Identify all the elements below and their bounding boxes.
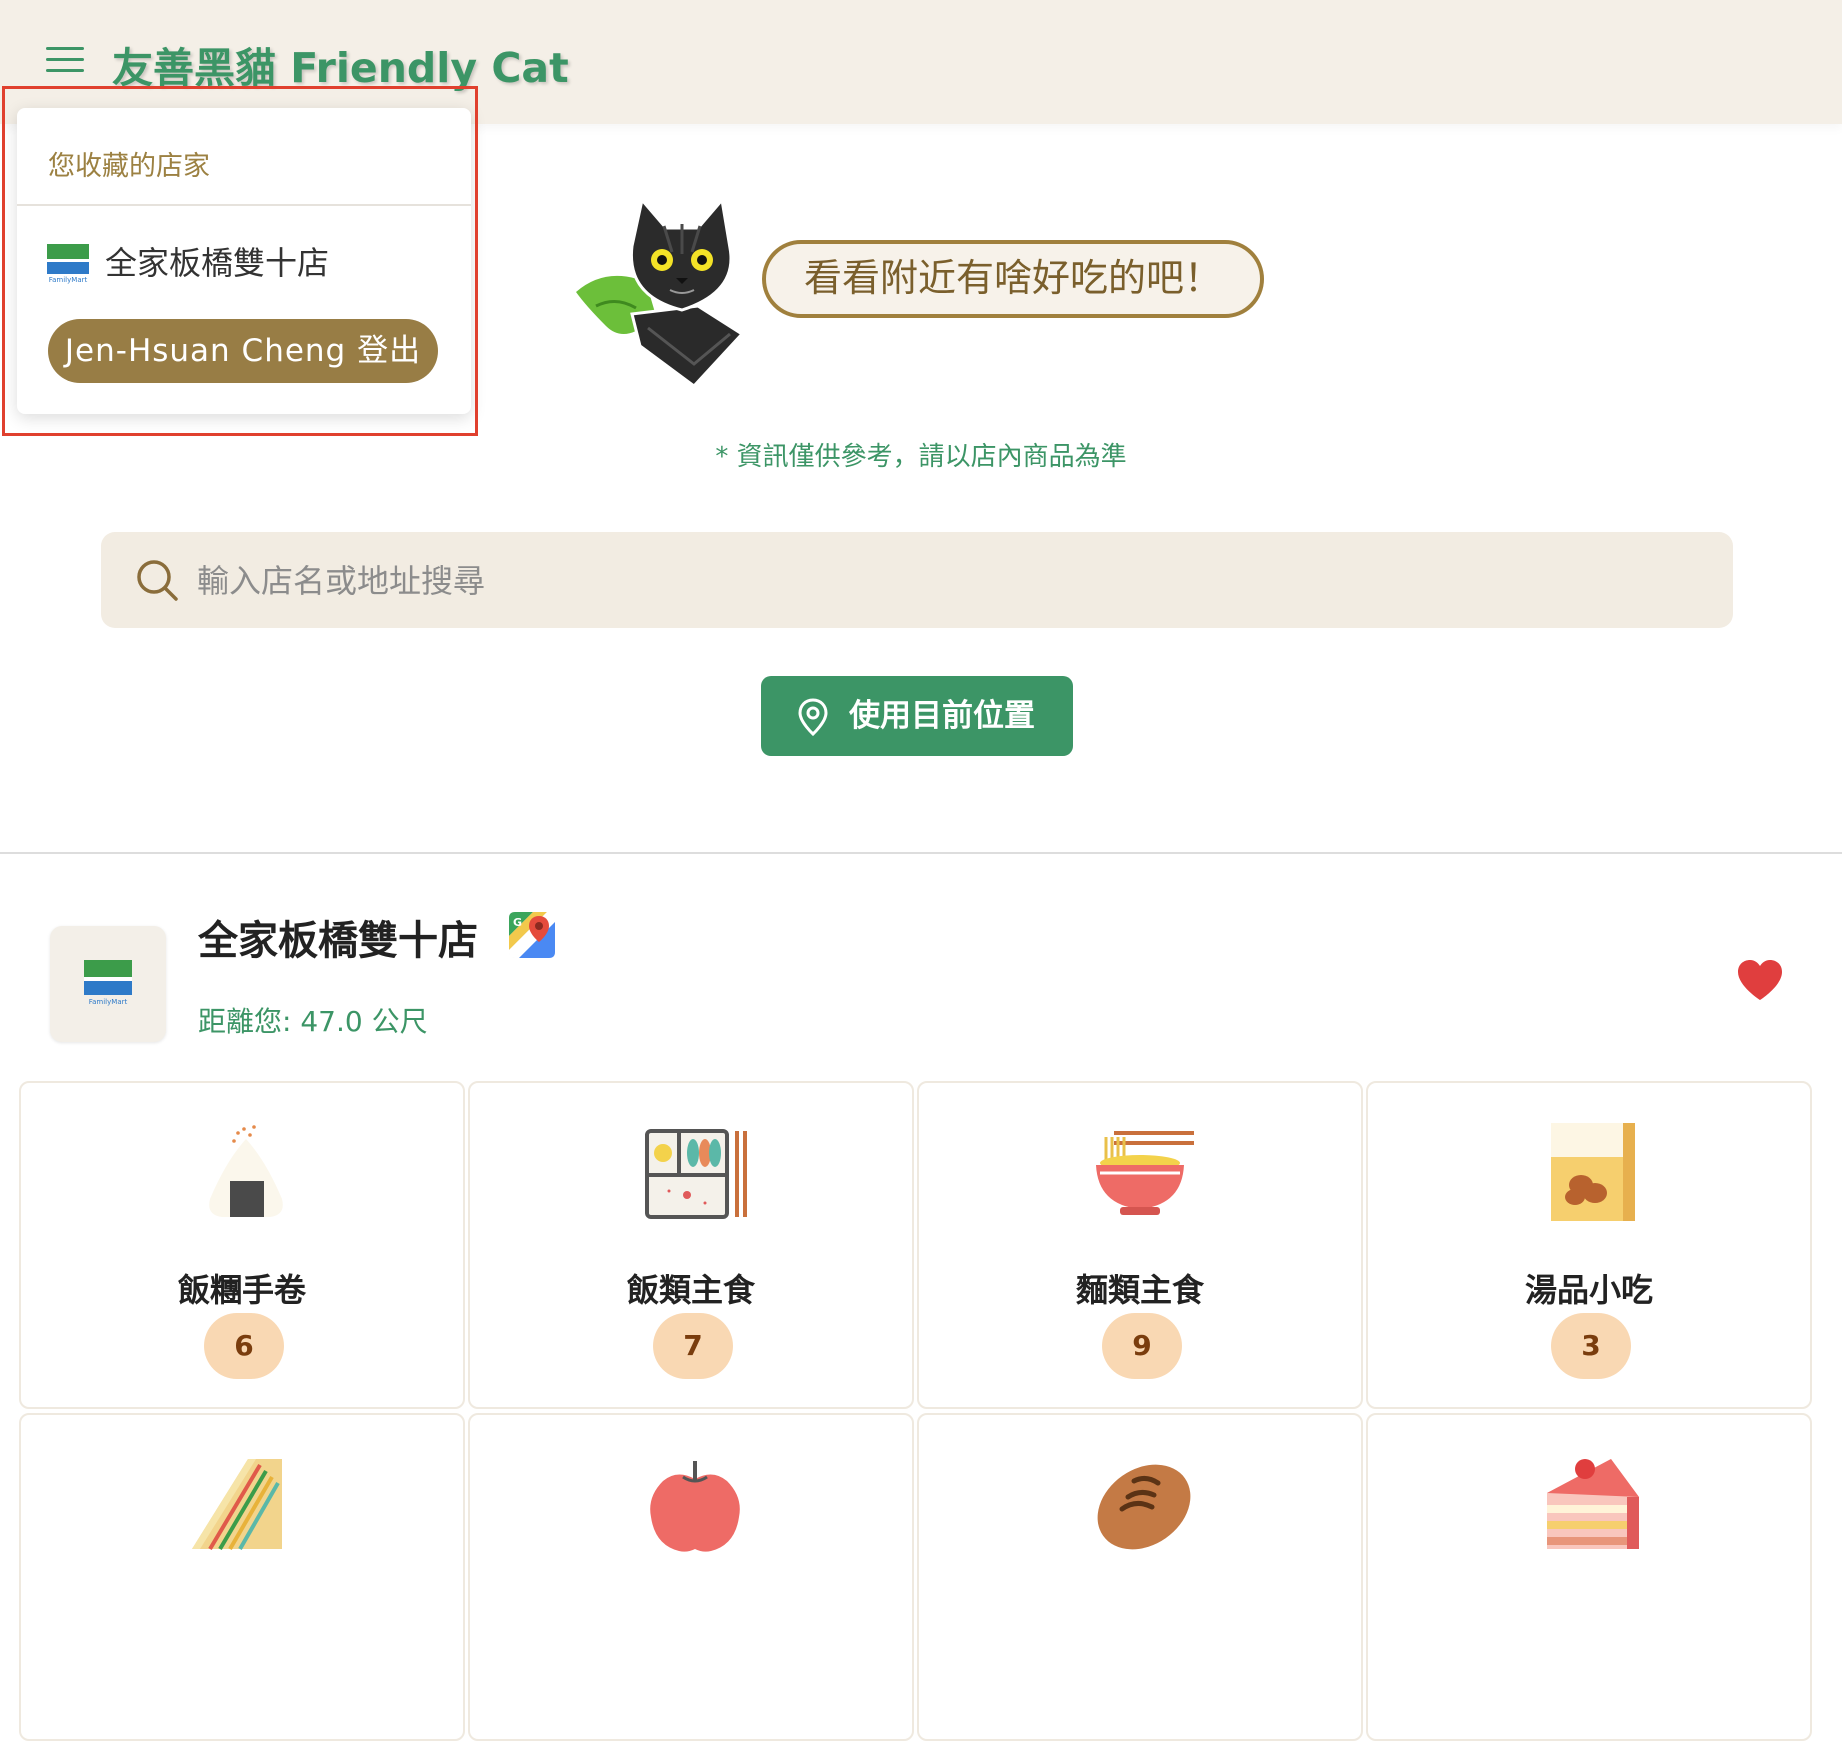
category-label: 飯糰手卷: [177, 1271, 306, 1309]
category-card[interactable]: 湯品小吃 3: [1366, 1081, 1812, 1409]
category-count-badge: 9: [1102, 1313, 1182, 1379]
sandwich-icon: [192, 1459, 282, 1551]
snack-bag-icon: [1551, 1123, 1635, 1221]
favorite-heart-icon[interactable]: [1736, 958, 1784, 1002]
category-count-badge: 7: [653, 1313, 733, 1379]
bento-icon: [645, 1129, 747, 1219]
noodle-bowl-icon: [1096, 1131, 1194, 1215]
category-label: 湯品小吃: [1524, 1271, 1653, 1309]
store-logo: FamilyMart: [50, 926, 166, 1042]
familymart-logo-icon: FamilyMart: [84, 960, 132, 1006]
category-card[interactable]: 飯類主食 7: [468, 1081, 914, 1409]
category-card[interactable]: [1366, 1413, 1812, 1741]
category-card[interactable]: [917, 1413, 1363, 1741]
category-count-badge: 3: [1551, 1313, 1631, 1379]
search-icon: [137, 560, 178, 601]
apple-icon: [650, 1461, 740, 1552]
use-current-location-label: 使用目前位置: [849, 698, 1035, 734]
category-card[interactable]: [468, 1413, 914, 1741]
search-bar: [101, 532, 1733, 630]
category-card[interactable]: 麵類主食 9: [917, 1081, 1363, 1409]
disclaimer-text: * 資訊僅供參考，請以店內商品為準: [715, 442, 1127, 472]
highlight-outline: [2, 86, 478, 436]
black-cat-mascot-icon: [576, 196, 745, 386]
svg-text:G: G: [513, 916, 522, 929]
onigiri-icon: [209, 1125, 283, 1217]
category-label: 麵類主食: [1075, 1271, 1204, 1309]
location-pin-icon: [798, 698, 828, 736]
store-distance: 距離您: 47.0 公尺: [198, 1005, 428, 1038]
cake-icon: [1547, 1459, 1639, 1549]
google-maps-icon[interactable]: G: [507, 910, 557, 960]
category-card[interactable]: [19, 1413, 465, 1741]
bread-icon: [1097, 1464, 1191, 1550]
hamburger-menu-icon[interactable]: [46, 47, 84, 75]
search-input[interactable]: [195, 532, 1699, 630]
section-divider: [0, 852, 1842, 854]
category-count-badge: 6: [204, 1313, 284, 1379]
store-name: 全家板橋雙十店: [198, 918, 478, 964]
use-current-location-button[interactable]: 使用目前位置: [761, 676, 1073, 756]
speech-bubble: 看看附近有啥好吃的吧！: [762, 240, 1264, 318]
app-title[interactable]: 友善黑貓 Friendly Cat: [112, 34, 569, 94]
category-card[interactable]: 飯糰手卷 6: [19, 1081, 465, 1409]
category-label: 飯類主食: [626, 1271, 755, 1309]
